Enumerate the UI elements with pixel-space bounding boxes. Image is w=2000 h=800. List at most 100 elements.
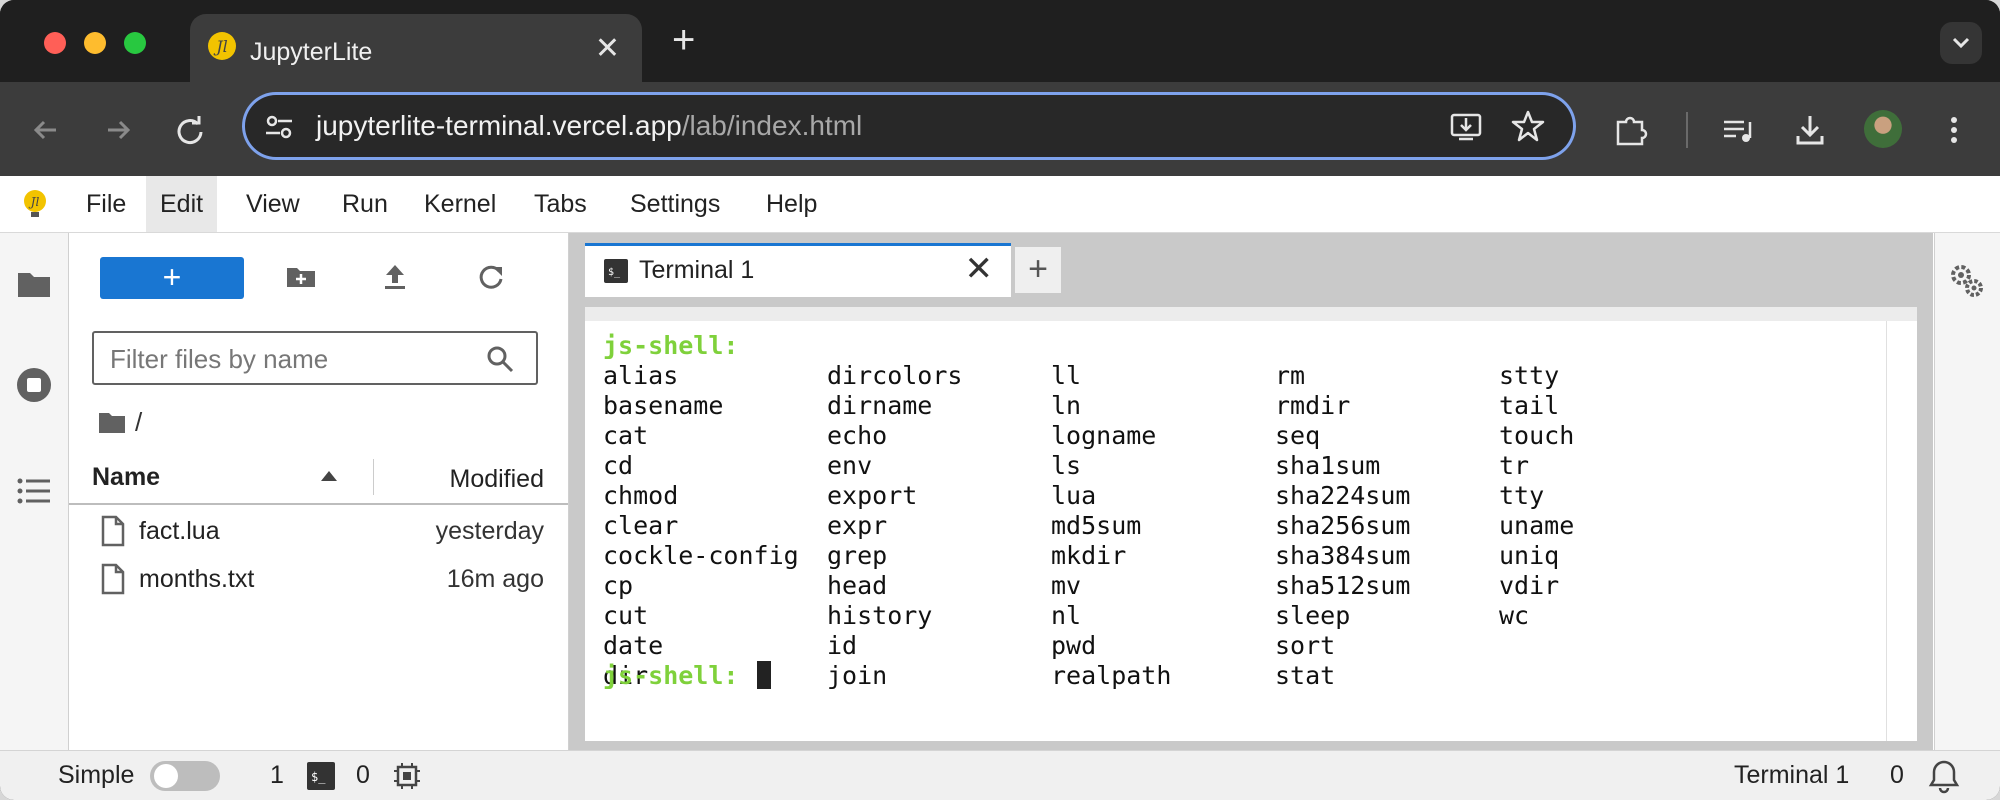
- terminal-command-entry: sha224sum: [1275, 481, 1411, 510]
- folder-icon: [99, 413, 125, 433]
- column-divider[interactable]: [373, 459, 374, 495]
- terminal-command-entry: ln: [1051, 391, 1082, 420]
- terminal-command-entry: date: [603, 631, 664, 660]
- new-folder-icon[interactable]: [283, 259, 319, 295]
- notifications-count[interactable]: 0: [1890, 761, 1904, 790]
- filter-files-field[interactable]: [92, 331, 538, 385]
- tab-close-icon[interactable]: ✕: [595, 34, 620, 64]
- file-row[interactable]: fact.lua yesterday: [69, 509, 568, 555]
- filter-files-input[interactable]: [108, 341, 472, 377]
- menu-file[interactable]: File: [72, 176, 140, 232]
- terminal-command-entry: stty: [1499, 361, 1560, 390]
- svg-text:$_: $_: [311, 770, 326, 784]
- kernels-count[interactable]: 0: [356, 761, 370, 790]
- menu-view[interactable]: View: [232, 176, 314, 232]
- kernel-chip-icon[interactable]: [392, 761, 422, 791]
- terminal-command-entry: sha512sum: [1275, 571, 1411, 600]
- bell-icon[interactable]: [1926, 758, 1962, 794]
- site-settings-icon[interactable]: [262, 110, 296, 144]
- terminal-command-entry: cp: [603, 571, 634, 600]
- folder-icon[interactable]: [14, 263, 54, 303]
- terminal-command-entry: sha1sum: [1275, 451, 1381, 480]
- upload-icon[interactable]: [377, 259, 413, 295]
- bookmark-star-icon[interactable]: [1510, 108, 1546, 144]
- terminal-prompt-line: js-shell:: [603, 331, 738, 360]
- terminal-command-entry: stat: [1275, 661, 1336, 690]
- reload-icon[interactable]: [170, 110, 210, 150]
- menu-kernel[interactable]: Kernel: [410, 176, 510, 232]
- new-launcher-button[interactable]: +: [100, 257, 244, 299]
- extensions-icon[interactable]: [1610, 110, 1650, 150]
- terminals-count[interactable]: 1: [270, 761, 284, 790]
- file-icon: [101, 515, 125, 547]
- window-zoom-button[interactable]: [124, 32, 146, 54]
- file-name: fact.lua: [139, 517, 220, 545]
- terminal-command-entry: export: [827, 481, 918, 510]
- terminal-command-entry: cut: [603, 601, 649, 630]
- terminal-command-entry: mv: [1051, 571, 1082, 600]
- property-inspector-gears-icon[interactable]: [1947, 261, 1987, 301]
- running-sessions-icon[interactable]: [14, 365, 54, 405]
- svg-text:$_: $_: [608, 267, 621, 278]
- terminal-tab-title: Terminal 1: [639, 256, 755, 284]
- install-app-icon[interactable]: [1448, 108, 1484, 144]
- breadcrumb-root[interactable]: /: [135, 407, 142, 438]
- terminal-command-entry: tail: [1499, 391, 1560, 420]
- file-modified: yesterday: [435, 517, 544, 545]
- address-bar[interactable]: jupyterlite-terminal.vercel.app/lab/inde…: [242, 92, 1576, 160]
- back-arrow-icon[interactable]: [26, 110, 66, 150]
- status-bar: Simple 1 $_ 0 Terminal 1 0: [0, 750, 2000, 800]
- downloads-icon[interactable]: [1790, 110, 1830, 150]
- terminal-command-entry: sha384sum: [1275, 541, 1411, 570]
- simple-mode-toggle[interactable]: [150, 761, 220, 791]
- terminal-command-entry: tty: [1499, 481, 1545, 510]
- file-name: months.txt: [139, 565, 255, 593]
- terminal-command-entry: rm: [1275, 361, 1306, 390]
- tab-terminal-1[interactable]: $_ Terminal 1 ✕: [585, 243, 1011, 297]
- table-of-contents-icon[interactable]: [14, 471, 54, 511]
- terminal-command-entry: touch: [1499, 421, 1575, 450]
- terminal-command-entry: dirname: [827, 391, 933, 420]
- tab-search-button[interactable]: [1940, 22, 1982, 64]
- terminal-command-entry: grep: [827, 541, 888, 570]
- media-control-icon[interactable]: [1718, 110, 1758, 150]
- terminal-command-entry: cat: [603, 421, 649, 450]
- window-close-button[interactable]: [44, 32, 66, 54]
- terminal-command-entry: tr: [1499, 451, 1530, 480]
- jupyter-menubar: Jl File Edit View Run Kernel Tabs Settin…: [0, 176, 2000, 233]
- terminal-prompt-line: js-shell:: [603, 661, 738, 690]
- column-modified-header[interactable]: Modified: [450, 465, 545, 494]
- close-icon[interactable]: ✕: [965, 252, 994, 286]
- browser-menu-icon[interactable]: [1934, 110, 1974, 150]
- browser-tab[interactable]: Jl JupyterLite ✕: [190, 14, 642, 82]
- browser-tab-title: JupyterLite: [250, 38, 373, 66]
- terminal-command-entry: dircolors: [827, 361, 963, 390]
- terminal-command-entry: expr: [827, 511, 888, 540]
- terminal-command-entry: seq: [1275, 421, 1321, 450]
- terminal-command-entry: alias: [603, 361, 679, 390]
- new-tab-button[interactable]: +: [672, 20, 695, 60]
- terminal-command-entry: sleep: [1275, 601, 1351, 630]
- terminal-panel[interactable]: js-shell: alias basename cat cd chmod clear co…: [585, 307, 1917, 741]
- window-minimize-button[interactable]: [84, 32, 106, 54]
- file-icon: [101, 563, 125, 595]
- add-tab-button[interactable]: +: [1015, 247, 1061, 293]
- right-sidebar: [1934, 233, 2000, 750]
- menu-run[interactable]: Run: [328, 176, 402, 232]
- terminal-scrollbar[interactable]: [1886, 321, 1887, 741]
- menu-tabs[interactable]: Tabs: [520, 176, 601, 232]
- terminal-command-entry: lua: [1051, 481, 1097, 510]
- terminal-command-entry: realpath: [1051, 661, 1172, 690]
- column-name-header[interactable]: Name: [92, 463, 160, 492]
- profile-avatar[interactable]: [1864, 110, 1902, 148]
- forward-arrow-icon[interactable]: [98, 110, 138, 150]
- file-row[interactable]: months.txt 16m ago: [69, 557, 568, 603]
- menu-help[interactable]: Help: [752, 176, 831, 232]
- toggle-knob: [154, 764, 178, 788]
- terminal-prompt: js-shell:: [603, 331, 739, 360]
- refresh-icon[interactable]: [473, 259, 509, 295]
- terminal-icon[interactable]: $_: [306, 761, 336, 791]
- menu-edit[interactable]: Edit: [146, 176, 218, 232]
- simple-mode-label: Simple: [58, 761, 135, 789]
- menu-settings[interactable]: Settings: [616, 176, 734, 232]
